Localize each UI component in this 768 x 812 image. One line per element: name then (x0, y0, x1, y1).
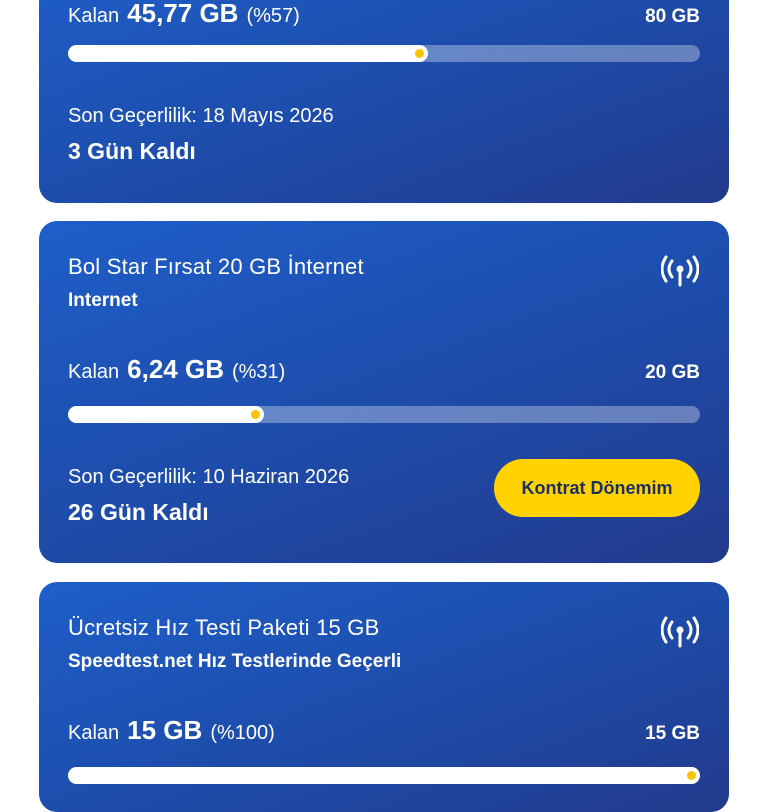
days-left: 26 Gün Kaldı (68, 499, 209, 525)
validity-date: Son Geçerlilik: 18 Mayıs 2026 (68, 105, 334, 127)
package-title: Ücretsiz Hız Testi Paketi 15 GB (68, 615, 380, 640)
usage-progress-fill (68, 767, 700, 784)
remaining-label: Kalan (68, 5, 120, 27)
total-quota: 20 GB (645, 362, 700, 383)
remaining-value: 15 GB (127, 715, 203, 745)
usage-progress-bar (68, 767, 700, 784)
usage-progress-bar (68, 45, 700, 62)
signal-antenna-icon (661, 255, 699, 287)
remaining-percent: (%100) (210, 722, 275, 744)
remaining-row: Kalan 6,24 GB (%31) 20 GB (68, 354, 700, 385)
usage-progress-fill (68, 45, 429, 62)
contract-period-button[interactable]: Kontrat Dönemim (494, 459, 700, 517)
total-quota: 15 GB (645, 723, 700, 744)
total-quota: 80 GB (645, 6, 700, 27)
package-subtitle: Speedtest.net Hız Testlerinde Geçerli (68, 651, 402, 672)
progress-dot (250, 410, 260, 419)
usage-progress-bar (68, 406, 700, 423)
remaining-label: Kalan (68, 722, 120, 744)
remaining-value: 45,77 GB (127, 0, 239, 28)
remaining-row: Kalan 45,77 GB (%57) 80 GB (68, 0, 700, 29)
remaining-row: Kalan 15 GB (%100) 15 GB (68, 715, 700, 746)
package-card-3[interactable]: Ücretsiz Hız Testi Paketi 15 GB Speedtes… (39, 582, 729, 812)
remaining-percent: (%57) (246, 5, 300, 27)
signal-antenna-icon (661, 616, 699, 648)
package-card-2[interactable]: Bol Star Fırsat 20 GB İnternet Internet … (39, 221, 729, 563)
package-subtitle: Internet (68, 290, 138, 311)
package-title: Bol Star Fırsat 20 GB İnternet (68, 254, 364, 279)
remaining-label: Kalan (68, 361, 120, 383)
days-left: 3 Gün Kaldı (68, 138, 196, 164)
validity-date: Son Geçerlilik: 10 Haziran 2026 (68, 466, 350, 488)
progress-dot (687, 771, 696, 780)
remaining-percent: (%31) (231, 361, 286, 383)
usage-progress-fill (68, 406, 264, 423)
package-card-1[interactable]: Kalan 45,77 GB (%57) 80 GB Son Geçerlili… (39, 0, 729, 203)
remaining-value: 6,24 GB (127, 354, 224, 384)
